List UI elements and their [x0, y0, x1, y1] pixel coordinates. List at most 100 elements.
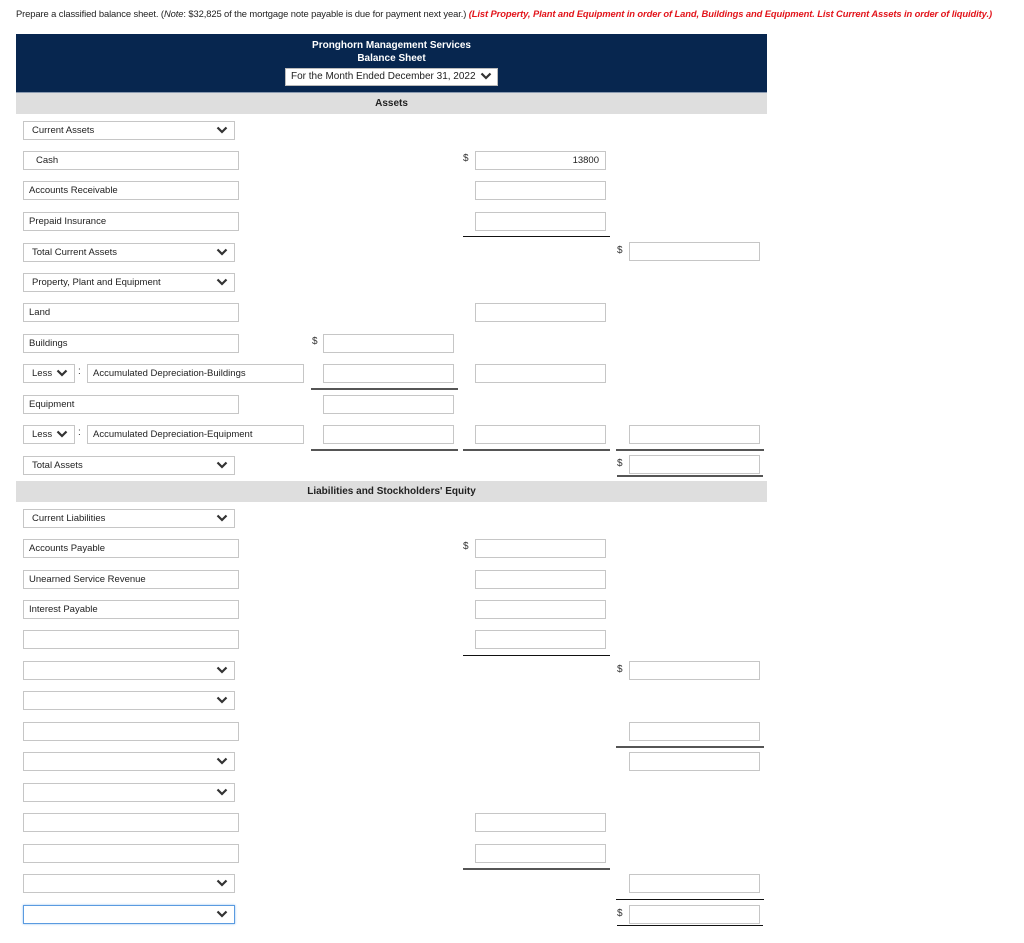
- total-liabilities-select[interactable]: [23, 752, 235, 771]
- prepaid-insurance-label-input[interactable]: Prepaid Insurance: [23, 212, 239, 231]
- select-value: Property, Plant and Equipment: [32, 277, 161, 288]
- accounts-payable-label-input[interactable]: Accounts Payable: [23, 539, 239, 558]
- subtotal-rule: [616, 746, 764, 748]
- land-label-input[interactable]: Land: [23, 303, 239, 322]
- chevron-down-icon: [56, 368, 68, 378]
- subtotal-rule: [311, 388, 458, 390]
- liabilities-section-header: Liabilities and Stockholders' Equity: [16, 481, 767, 502]
- note-label: Note: [163, 8, 184, 19]
- chevron-down-icon: [216, 909, 228, 919]
- chevron-down-icon: [216, 247, 228, 257]
- total-ppe-amount-input[interactable]: [629, 425, 760, 444]
- subtotal-rule: [616, 449, 764, 451]
- total-current-assets-select[interactable]: Total Current Assets: [23, 243, 235, 262]
- interest-payable-amount-input[interactable]: [475, 600, 606, 619]
- chevron-down-icon: [216, 787, 228, 797]
- double-rule: [617, 475, 763, 477]
- current-liabilities-select[interactable]: Current Liabilities: [23, 509, 235, 528]
- subtotal-rule: [463, 236, 610, 237]
- acc-dep-equipment-amount-input[interactable]: [323, 425, 454, 444]
- ppe-select[interactable]: Property, Plant and Equipment: [23, 273, 235, 292]
- note-text: : $32,825 of the mortgage note payable i…: [183, 8, 469, 19]
- total-assets-select[interactable]: Total Assets: [23, 456, 235, 475]
- colon-separator: :: [78, 427, 81, 438]
- chevron-down-icon: [216, 125, 228, 135]
- cash-amount-input[interactable]: 13800: [475, 151, 606, 170]
- acc-dep-equipment-input[interactable]: Accumulated Depreciation-Equipment: [87, 425, 304, 444]
- select-value: Less: [32, 368, 53, 379]
- equity-amount-input-1[interactable]: [475, 813, 606, 832]
- subtotal-rule: [463, 449, 610, 451]
- instruction-text: Prepare a classified balance sheet. (: [16, 8, 164, 19]
- select-value: Total Assets: [32, 460, 83, 471]
- chevron-down-icon: [216, 665, 228, 675]
- acc-dep-buildings-input[interactable]: Accumulated Depreciation-Buildings: [87, 364, 304, 383]
- chevron-down-icon: [216, 277, 228, 287]
- land-amount-input[interactable]: [475, 303, 606, 322]
- dollar-sign: $: [617, 908, 623, 919]
- buildings-net-amount-input[interactable]: [475, 364, 606, 383]
- chevron-down-icon: [216, 460, 228, 470]
- double-rule: [617, 925, 763, 926]
- total-current-liabilities-amount-input[interactable]: [629, 661, 760, 680]
- long-term-liability-label-input[interactable]: [23, 722, 239, 741]
- equipment-net-amount-input[interactable]: [475, 425, 606, 444]
- stockholders-equity-select[interactable]: [23, 783, 235, 802]
- dollar-sign: $: [312, 336, 318, 347]
- less-select-buildings[interactable]: Less: [23, 364, 75, 383]
- period-value: For the Month Ended December 31, 2022: [291, 71, 476, 82]
- statement-title: Balance Sheet: [357, 53, 426, 64]
- buildings-label-input[interactable]: Buildings: [23, 334, 239, 353]
- chevron-down-icon: [216, 513, 228, 523]
- accounts-receivable-label-input[interactable]: Accounts Receivable: [23, 181, 239, 200]
- dollar-sign: $: [463, 153, 469, 164]
- chevron-down-icon: [480, 71, 492, 81]
- total-assets-amount-input[interactable]: [629, 455, 760, 474]
- select-value: Current Assets: [32, 125, 95, 136]
- interest-payable-label-input[interactable]: Interest Payable: [23, 600, 239, 619]
- chevron-down-icon: [216, 756, 228, 766]
- cash-label-input[interactable]: Cash: [23, 151, 239, 170]
- total-equity-select[interactable]: [23, 874, 235, 893]
- equity-label-input-2[interactable]: [23, 844, 239, 863]
- long-term-liability-amount-input[interactable]: [629, 722, 760, 741]
- chevron-down-icon: [56, 429, 68, 439]
- chevron-down-icon: [216, 695, 228, 705]
- dollar-sign: $: [617, 458, 623, 469]
- equipment-label-input[interactable]: Equipment: [23, 395, 239, 414]
- total-liabilities-amount-input[interactable]: [629, 752, 760, 771]
- subtotal-rule: [463, 868, 610, 870]
- total-liabilities-equity-amount-input[interactable]: [629, 905, 760, 924]
- total-liabilities-equity-select[interactable]: [23, 905, 235, 924]
- select-value: Less: [32, 429, 53, 440]
- colon-separator: :: [78, 366, 81, 377]
- instructions: Prepare a classified balance sheet. (Not…: [16, 8, 992, 19]
- select-value: Total Current Assets: [32, 247, 118, 258]
- equity-label-input-1[interactable]: [23, 813, 239, 832]
- subtotal-rule: [616, 899, 764, 900]
- total-current-assets-amount-input[interactable]: [629, 242, 760, 261]
- total-current-liabilities-select[interactable]: [23, 661, 235, 680]
- equity-amount-input-2[interactable]: [475, 844, 606, 863]
- select-value: Current Liabilities: [32, 513, 106, 524]
- dollar-sign: $: [617, 664, 623, 675]
- accounts-payable-amount-input[interactable]: [475, 539, 606, 558]
- unearned-service-revenue-label-input[interactable]: Unearned Service Revenue: [23, 570, 239, 589]
- equipment-amount-input[interactable]: [323, 395, 454, 414]
- acc-dep-buildings-amount-input[interactable]: [323, 364, 454, 383]
- unearned-service-revenue-amount-input[interactable]: [475, 570, 606, 589]
- assets-section-header: Assets: [16, 92, 767, 114]
- less-select-equipment[interactable]: Less: [23, 425, 75, 444]
- current-assets-select[interactable]: Current Assets: [23, 121, 235, 140]
- subtotal-rule: [463, 655, 610, 656]
- long-term-liabilities-select[interactable]: [23, 691, 235, 710]
- buildings-amount-input[interactable]: [323, 334, 454, 353]
- period-select[interactable]: For the Month Ended December 31, 2022: [285, 68, 498, 86]
- liability-label-input[interactable]: [23, 630, 239, 649]
- total-equity-amount-input[interactable]: [629, 874, 760, 893]
- dollar-sign: $: [463, 541, 469, 552]
- dollar-sign: $: [617, 245, 623, 256]
- prepaid-insurance-amount-input[interactable]: [475, 212, 606, 231]
- liability-amount-input[interactable]: [475, 630, 606, 649]
- accounts-receivable-amount-input[interactable]: [475, 181, 606, 200]
